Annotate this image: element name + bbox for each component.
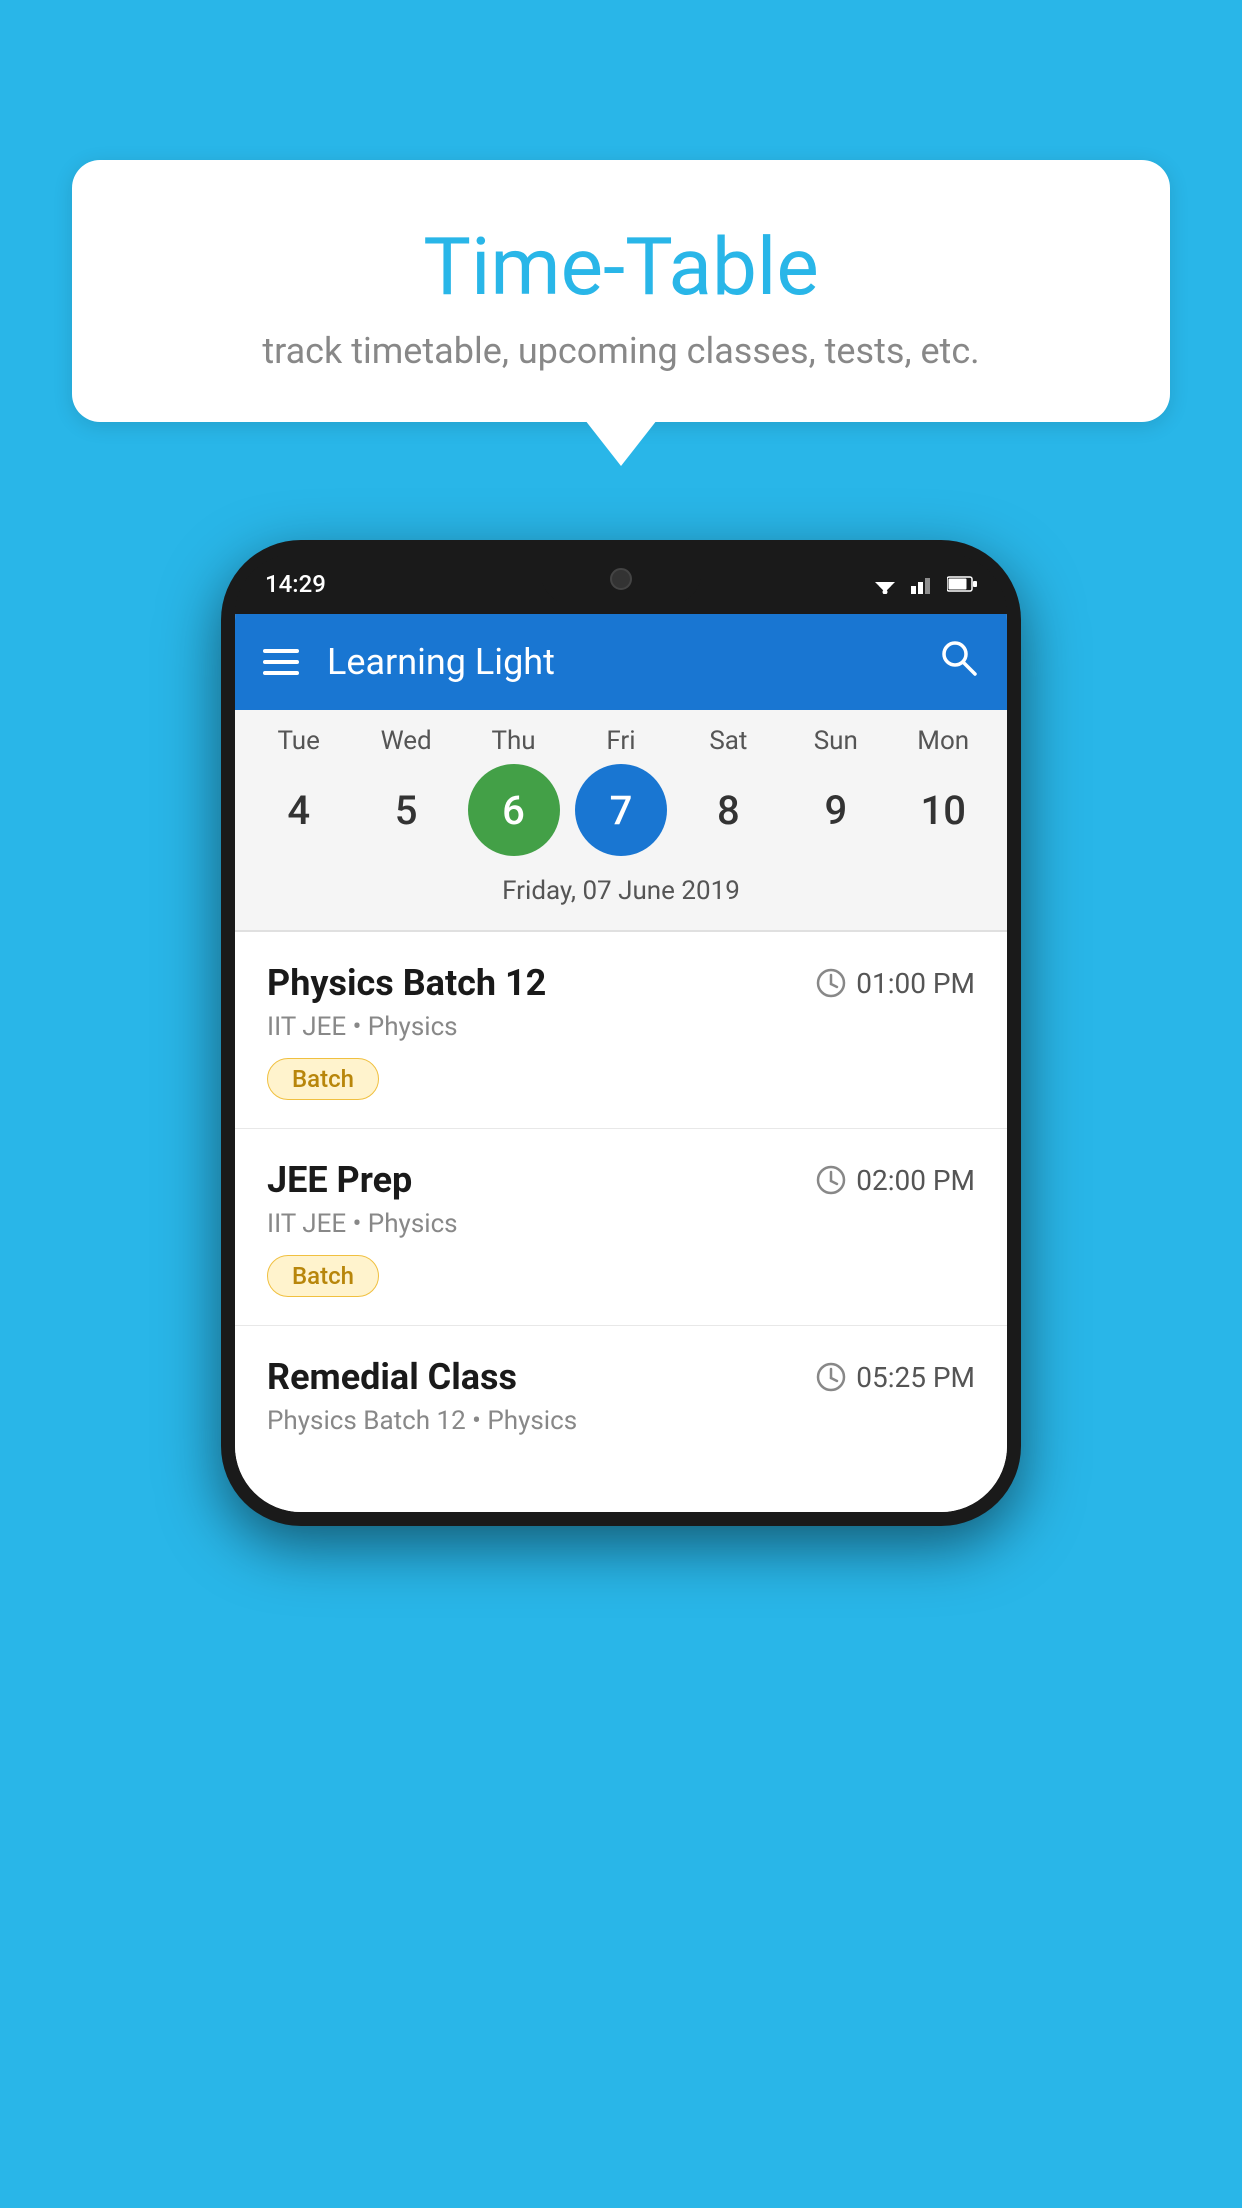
class-item-3[interactable]: Remedial Class 05:25 PM Physics Batch 12…	[235, 1326, 1007, 1472]
signal-icon	[911, 574, 935, 594]
info-bubble: Time-Table track timetable, upcoming cla…	[72, 160, 1170, 422]
clock-icon-2	[816, 1165, 846, 1195]
day-8[interactable]: 8	[682, 764, 774, 856]
wifi-icon	[871, 574, 899, 594]
camera	[610, 568, 632, 590]
bubble-subtitle: track timetable, upcoming classes, tests…	[122, 330, 1120, 372]
search-icon[interactable]	[937, 636, 979, 688]
day-10[interactable]: 10	[897, 764, 989, 856]
bubble-title: Time-Table	[122, 220, 1120, 314]
day-header-thu: Thu	[468, 726, 560, 756]
class-time-3: 05:25 PM	[816, 1361, 975, 1394]
class-name-2: JEE Prep	[267, 1159, 412, 1201]
class-item-1[interactable]: Physics Batch 12 01:00 PM IIT JEE • Phys…	[235, 932, 1007, 1129]
class-name-1: Physics Batch 12	[267, 962, 546, 1004]
menu-icon[interactable]	[263, 649, 299, 675]
day-header-mon: Mon	[897, 726, 989, 756]
clock-icon-3	[816, 1362, 846, 1392]
class-meta-2: IIT JEE • Physics	[267, 1209, 975, 1239]
phone-mockup: 14:29	[221, 540, 1021, 1526]
app-bar: Learning Light	[235, 614, 1007, 710]
day-header-fri: Fri	[575, 726, 667, 756]
class-meta-3: Physics Batch 12 • Physics	[267, 1406, 975, 1436]
clock-icon-1	[816, 968, 846, 998]
battery-icon	[947, 575, 977, 593]
day-header-tue: Tue	[253, 726, 345, 756]
day-9[interactable]: 9	[790, 764, 882, 856]
selected-date-label: Friday, 07 June 2019	[235, 868, 1007, 920]
day-header-wed: Wed	[360, 726, 452, 756]
class-list: Physics Batch 12 01:00 PM IIT JEE • Phys…	[235, 932, 1007, 1472]
day-header-sun: Sun	[790, 726, 882, 756]
class-item-2[interactable]: JEE Prep 02:00 PM IIT JEE • Physics Batc…	[235, 1129, 1007, 1326]
class-meta-1: IIT JEE • Physics	[267, 1012, 975, 1042]
day-numbers-row: 4 5 6 7 8 9 10	[235, 764, 1007, 856]
class-name-3: Remedial Class	[267, 1356, 517, 1398]
status-icons	[871, 574, 977, 594]
status-time: 14:29	[265, 570, 326, 598]
batch-badge-1: Batch	[267, 1058, 379, 1100]
class-time-1: 01:00 PM	[816, 967, 975, 1000]
class-time-2: 02:00 PM	[816, 1164, 975, 1197]
day-5[interactable]: 5	[360, 764, 452, 856]
batch-badge-2: Batch	[267, 1255, 379, 1297]
calendar-strip: Tue Wed Thu Fri Sat Sun Mon 4 5 6 7 8 9 …	[235, 710, 1007, 930]
app-title: Learning Light	[327, 641, 555, 683]
day-6-today[interactable]: 6	[468, 764, 560, 856]
day-header-sat: Sat	[682, 726, 774, 756]
day-7-selected[interactable]: 7	[575, 764, 667, 856]
day-4[interactable]: 4	[253, 764, 345, 856]
